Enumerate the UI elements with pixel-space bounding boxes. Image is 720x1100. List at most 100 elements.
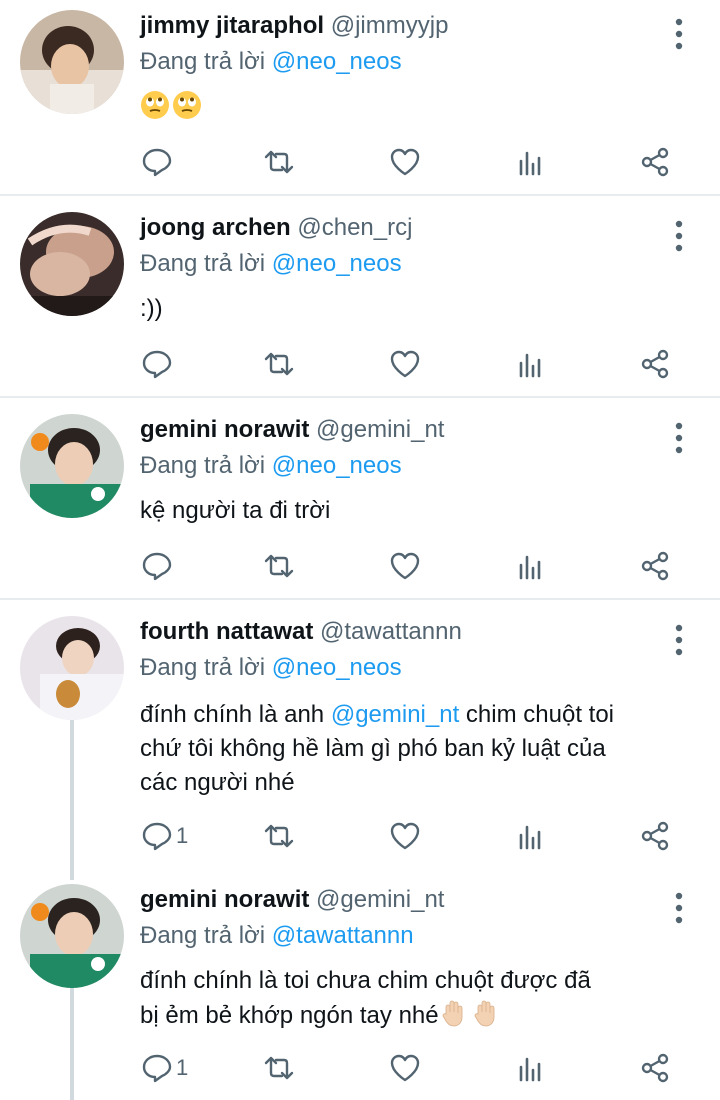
tweet-text-segment: chim chuột toi: [459, 701, 614, 728]
display-name[interactable]: gemini norawit: [140, 416, 309, 443]
more-options-icon[interactable]: [668, 888, 690, 928]
more-options-icon[interactable]: [668, 14, 690, 54]
avatar[interactable]: [20, 414, 124, 518]
share-icon: [641, 821, 669, 851]
views-button[interactable]: [514, 344, 548, 384]
tweet-text-line: :)): [140, 295, 163, 322]
reply-button[interactable]: [140, 344, 176, 384]
tweet-text: kệ người ta đi trời: [140, 494, 700, 528]
replying-to-label: Đang trả lời: [140, 654, 266, 681]
more-options-icon[interactable]: [668, 620, 690, 660]
replying-to-label: Đang trả lời: [140, 452, 266, 479]
views-icon: [519, 555, 541, 580]
replying-to-label: Đang trả lời: [140, 48, 266, 75]
retweet-button[interactable]: [262, 1048, 296, 1088]
retweet-icon: [264, 352, 294, 376]
tweet[interactable]: joong archen @chen_rcj Đang trả lời @neo…: [0, 210, 720, 396]
tweet-actions: [140, 546, 700, 586]
like-button[interactable]: [388, 546, 422, 586]
views-icon: [519, 353, 541, 378]
avatar[interactable]: [20, 884, 124, 988]
avatar[interactable]: [20, 212, 124, 316]
reply-button[interactable]: 1: [140, 816, 188, 856]
retweet-icon: [264, 824, 294, 848]
avatar[interactable]: [20, 616, 124, 720]
mention-link[interactable]: @gemini_nt: [331, 701, 459, 728]
like-button[interactable]: [388, 816, 422, 856]
reply-icon: [142, 552, 172, 581]
share-icon: [641, 147, 669, 177]
views-button[interactable]: [514, 816, 548, 856]
replying-to: Đang trả lời @tawattannn: [140, 920, 414, 952]
more-options-icon[interactable]: [668, 216, 690, 256]
reply-mention-link[interactable]: @neo_neos: [272, 452, 402, 479]
tweet-text: đính chính là anh @gemini_nt chim chuột …: [140, 698, 700, 800]
replying-to: Đang trả lời @neo_neos: [140, 450, 402, 482]
share-button[interactable]: [638, 142, 672, 182]
raised-hand-emoji: [442, 1000, 463, 1027]
share-button[interactable]: [638, 816, 672, 856]
tweet-text: đính chính là toi chưa chim chuột được đ…: [140, 964, 700, 1033]
display-name[interactable]: joong archen: [140, 214, 291, 241]
reply-button[interactable]: [140, 142, 176, 182]
tweet-actions: 1: [140, 1048, 700, 1088]
views-button[interactable]: [514, 1048, 548, 1088]
avatar[interactable]: [20, 10, 124, 114]
tweet-header: fourth nattawat @tawattannn: [140, 616, 462, 648]
display-name[interactable]: fourth nattawat: [140, 618, 313, 645]
tweet-header: gemini norawit @gemini_nt: [140, 414, 444, 446]
like-button[interactable]: [388, 344, 422, 384]
share-button[interactable]: [638, 1048, 672, 1088]
tweet-text-line: đính chính là anh @gemini_nt chim chuột …: [140, 698, 700, 732]
more-options-icon[interactable]: [668, 418, 690, 458]
tweet-header: gemini norawit @gemini_nt: [140, 884, 444, 916]
reply-mention-link[interactable]: @tawattannn: [272, 922, 414, 949]
reply-button[interactable]: [140, 546, 176, 586]
views-icon: [519, 825, 541, 850]
tweet-header: jimmy jitaraphol @jimmyyjp: [140, 10, 448, 42]
divider: [0, 194, 720, 196]
views-button[interactable]: [514, 142, 548, 182]
eye-roll-emoji: [173, 91, 201, 119]
tweet[interactable]: gemini norawit @gemini_nt Đang trả lời @…: [0, 412, 720, 598]
tweet[interactable]: jimmy jitaraphol @jimmyyjp Đang trả lời …: [0, 8, 720, 194]
username[interactable]: @chen_rcj: [297, 214, 412, 241]
replying-to: Đang trả lời @neo_neos: [140, 248, 402, 280]
reply-icon: [142, 148, 172, 177]
share-icon: [641, 349, 669, 379]
views-button[interactable]: [514, 546, 548, 586]
reply-mention-link[interactable]: @neo_neos: [272, 48, 402, 75]
reply-count: 1: [176, 823, 189, 848]
share-button[interactable]: [638, 546, 672, 586]
tweet-text: [140, 90, 700, 125]
retweet-button[interactable]: [262, 816, 296, 856]
retweet-button[interactable]: [262, 546, 296, 586]
tweet[interactable]: gemini norawit @gemini_nt Đang trả lời @…: [0, 882, 720, 1100]
tweet-text: :)): [140, 292, 700, 326]
share-icon: [641, 551, 669, 581]
like-button[interactable]: [388, 1048, 422, 1088]
reply-count: 1: [176, 1055, 189, 1080]
retweet-button[interactable]: [262, 344, 296, 384]
like-button[interactable]: [388, 142, 422, 182]
tweet-header: joong archen @chen_rcj: [140, 212, 412, 244]
tweet-actions: [140, 344, 700, 384]
tweet-text-line: bị ẻm bẻ khớp ngón tay nhé: [140, 998, 700, 1033]
tweet[interactable]: fourth nattawat @tawattannn Đang trả lời…: [0, 614, 720, 870]
like-icon: [390, 1054, 420, 1082]
replying-to: Đang trả lời @neo_neos: [140, 652, 402, 684]
username[interactable]: @tawattannn: [320, 618, 462, 645]
reply-button[interactable]: 1: [140, 1048, 188, 1088]
reply-mention-link[interactable]: @neo_neos: [272, 250, 402, 277]
username[interactable]: @gemini_nt: [316, 416, 444, 443]
retweet-button[interactable]: [262, 142, 296, 182]
display-name[interactable]: gemini norawit: [140, 886, 309, 913]
tweet-actions: 1: [140, 816, 700, 856]
username[interactable]: @jimmyyjp: [331, 12, 449, 39]
tweet-actions: [140, 142, 700, 182]
share-button[interactable]: [638, 344, 672, 384]
display-name[interactable]: jimmy jitaraphol: [140, 12, 324, 39]
username[interactable]: @gemini_nt: [316, 886, 444, 913]
reply-mention-link[interactable]: @neo_neos: [272, 654, 402, 681]
share-icon: [641, 1053, 669, 1083]
